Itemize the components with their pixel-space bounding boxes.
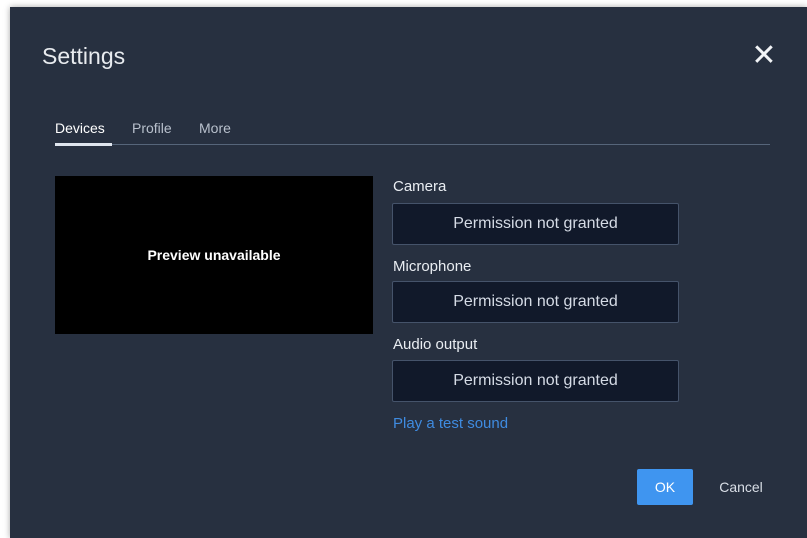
settings-dialog: Settings ✕ Devices Profile More Preview … <box>10 7 807 538</box>
active-tab-indicator <box>55 143 112 146</box>
preview-unavailable-text: Preview unavailable <box>147 247 281 263</box>
microphone-label: Microphone <box>393 258 472 275</box>
audio-output-label: Audio output <box>393 336 478 353</box>
play-test-sound-link[interactable]: Play a test sound <box>393 415 508 432</box>
tab-profile[interactable]: Profile <box>132 120 172 136</box>
tab-devices[interactable]: Devices <box>55 120 105 136</box>
camera-select[interactable]: Permission not granted <box>392 203 679 245</box>
tab-bar: Devices Profile More <box>55 119 770 146</box>
close-icon[interactable]: ✕ <box>748 41 780 73</box>
cancel-button[interactable]: Cancel <box>711 469 771 505</box>
camera-label: Camera <box>393 178 447 195</box>
audio-output-select[interactable]: Permission not granted <box>392 360 679 402</box>
dialog-title: Settings <box>42 43 126 69</box>
tab-more[interactable]: More <box>199 120 231 136</box>
ok-button[interactable]: OK <box>637 469 693 505</box>
camera-preview: Preview unavailable <box>55 176 373 334</box>
microphone-select[interactable]: Permission not granted <box>392 281 679 323</box>
